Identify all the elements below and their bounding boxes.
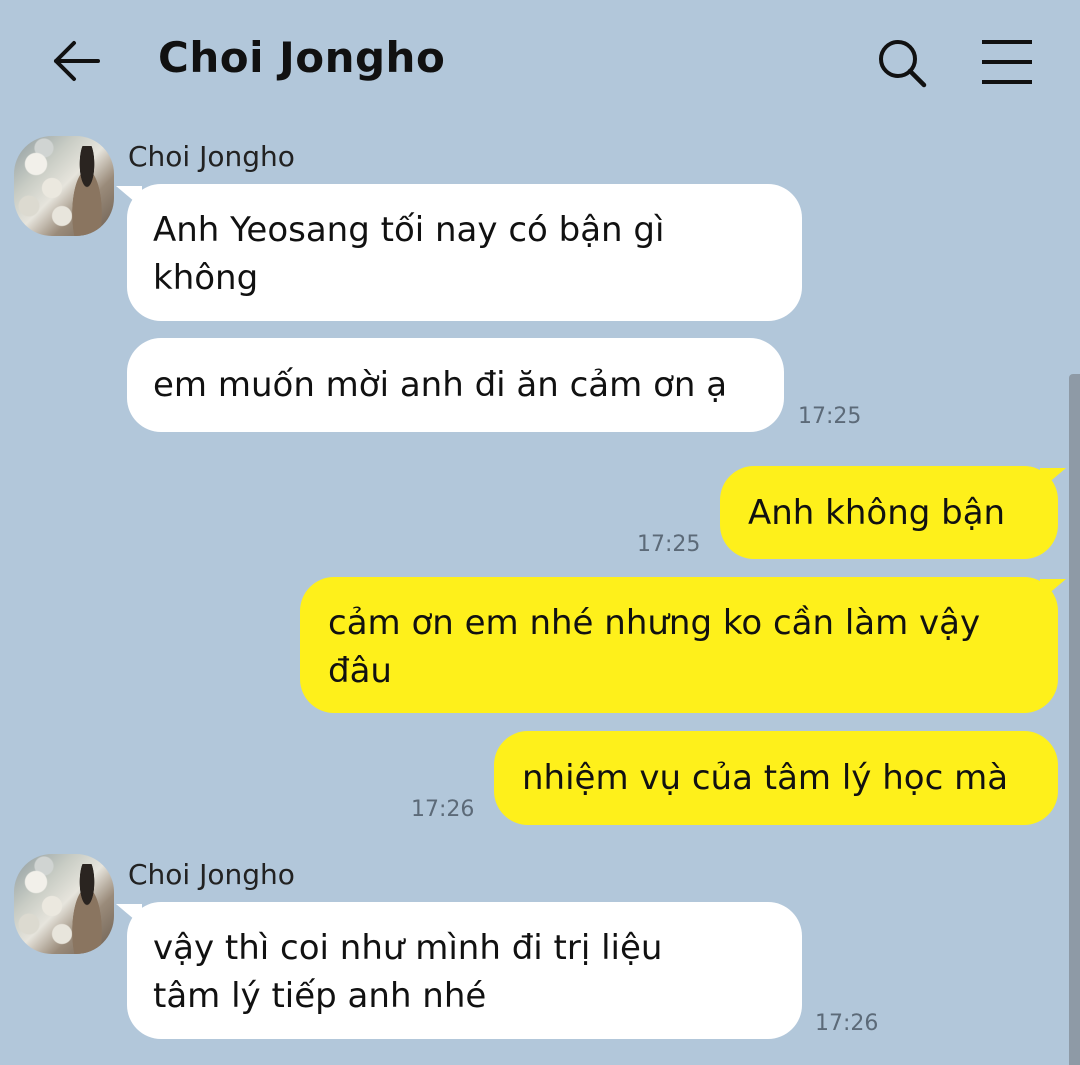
hamburger-menu-icon [982, 40, 1032, 84]
back-button[interactable] [48, 32, 108, 92]
avatar[interactable] [14, 136, 114, 236]
message-line: đâu [328, 651, 392, 691]
sender-name: Choi Jongho [128, 858, 295, 891]
message-line: vậy thì coi như mình đi trị liệu [153, 928, 663, 968]
message-bubble[interactable]: nhiệm vụ của tâm lý học mà [494, 731, 1058, 825]
message-line: không [153, 258, 259, 298]
scrollbar[interactable] [1069, 374, 1080, 1065]
message-line: Anh Yeosang tối nay có bận gì [153, 210, 665, 250]
message-text: em muốn mời anh đi ăn cảm ơn ạ [153, 365, 728, 405]
menu-button[interactable] [976, 36, 1038, 88]
message-bubble[interactable]: cảm ơn em nhé nhưng ko cần làm vậy đâu [300, 577, 1058, 713]
message-timestamp: 17:26 [411, 797, 475, 822]
message-timestamp: 17:25 [798, 404, 862, 429]
message-line: tâm lý tiếp anh nhé [153, 976, 487, 1016]
message-timestamp: 17:26 [815, 1011, 879, 1036]
sender-name: Choi Jongho [128, 140, 295, 173]
back-arrow-icon [54, 41, 100, 81]
search-icon [879, 40, 927, 88]
message-text: Anh không bận [748, 493, 1006, 533]
message-bubble[interactable]: Anh Yeosang tối nay có bận gì không [127, 184, 802, 321]
search-button[interactable] [872, 33, 932, 93]
message-bubble[interactable]: vậy thì coi như mình đi trị liệu tâm lý … [127, 902, 802, 1039]
message-text: nhiệm vụ của tâm lý học mà [522, 758, 1009, 798]
avatar[interactable] [14, 854, 114, 954]
chat-header: Choi Jongho [0, 0, 1080, 124]
message-timestamp: 17:25 [637, 532, 701, 557]
message-line: cảm ơn em nhé nhưng ko cần làm vậy [328, 603, 981, 643]
chat-title: Choi Jongho [158, 33, 446, 82]
message-bubble[interactable]: em muốn mời anh đi ăn cảm ơn ạ [127, 338, 784, 432]
message-bubble[interactable]: Anh không bận [720, 466, 1058, 559]
